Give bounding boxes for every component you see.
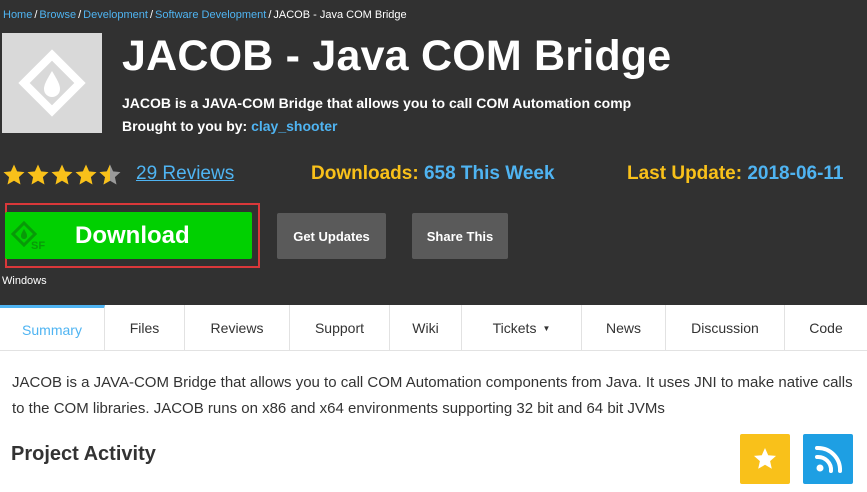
tab-files[interactable]: Files (105, 305, 185, 351)
project-summary: JACOB is a JAVA-COM Bridge that allows y… (122, 95, 632, 111)
tab-wiki[interactable]: Wiki (390, 305, 462, 351)
tab-label: Tickets (492, 320, 537, 336)
get-updates-button[interactable]: Get Updates (277, 213, 386, 259)
tab-label: News (605, 320, 641, 336)
sourceforge-icon: SF (11, 221, 45, 251)
breadcrumb-current: JACOB - Java COM Bridge (273, 9, 407, 21)
rating-stars[interactable] (2, 162, 122, 188)
tab-label: Discussion (691, 320, 759, 336)
star-full-icon (27, 164, 49, 185)
tab-news[interactable]: News (582, 305, 666, 351)
last-update-label: Last Update: (627, 163, 743, 184)
download-button[interactable]: SF Download (5, 212, 252, 259)
breadcrumb-browse[interactable]: Browse (39, 9, 76, 21)
last-update-value[interactable]: 2018-06-11 (747, 163, 843, 184)
share-this-button[interactable]: Share This (412, 213, 508, 259)
project-header: Home / Browse / Development / Software Develop… (0, 0, 867, 305)
star-full-icon (3, 164, 25, 185)
star-full-icon (75, 164, 97, 185)
follow-star-button[interactable] (740, 434, 790, 484)
star-half-icon (99, 164, 121, 185)
tab-label: Support (314, 320, 365, 336)
brought-to-you-by: Brought to you by: clay_shooter (122, 118, 337, 134)
tab-summary[interactable]: Summary (0, 305, 105, 351)
tab-discussion[interactable]: Discussion (666, 305, 785, 351)
star-icon (754, 448, 776, 469)
download-label: Download (75, 222, 190, 249)
project-activity-heading: Project Activity (11, 443, 156, 465)
author-link[interactable]: clay_shooter (251, 118, 337, 134)
star-full-icon (51, 164, 73, 185)
svg-text:SF: SF (31, 240, 45, 251)
project-title: JACOB - Java COM Bridge (122, 32, 672, 80)
last-update-stat: Last Update: 2018-06-11 (627, 163, 844, 185)
tab-label: Wiki (412, 320, 439, 336)
tab-label: Files (129, 320, 160, 336)
platform-label: Windows (2, 275, 47, 287)
breadcrumb-software-development[interactable]: Software Development (155, 9, 266, 21)
rss-feed-button[interactable] (803, 434, 853, 484)
reviews-link[interactable]: 29 Reviews (136, 163, 234, 185)
chevron-down-icon: ▼ (542, 323, 551, 333)
breadcrumb-home[interactable]: Home (3, 9, 32, 21)
downloads-value[interactable]: 658 This Week (424, 163, 555, 184)
tab-tickets[interactable]: Tickets ▼ (462, 305, 582, 351)
brought-label: Brought to you by: (122, 118, 248, 134)
breadcrumb: Home / Browse / Development / Software Develop… (3, 9, 407, 21)
tab-label: Reviews (210, 320, 264, 336)
downloads-stat: Downloads: 658 This Week (311, 163, 555, 185)
tab-code[interactable]: Code (785, 305, 867, 351)
breadcrumb-development[interactable]: Development (83, 9, 148, 21)
project-tabs: Summary Files Reviews Support Wiki Ticke… (0, 305, 867, 351)
tab-reviews[interactable]: Reviews (185, 305, 290, 351)
sourceforge-diamond-icon (18, 49, 86, 117)
rss-icon (815, 445, 843, 473)
downloads-label: Downloads: (311, 163, 419, 184)
tab-label: Code (809, 320, 843, 336)
tab-support[interactable]: Support (290, 305, 390, 351)
project-description: JACOB is a JAVA-COM Bridge that allows y… (12, 374, 853, 417)
project-logo (2, 33, 102, 133)
tab-label: Summary (22, 321, 82, 338)
